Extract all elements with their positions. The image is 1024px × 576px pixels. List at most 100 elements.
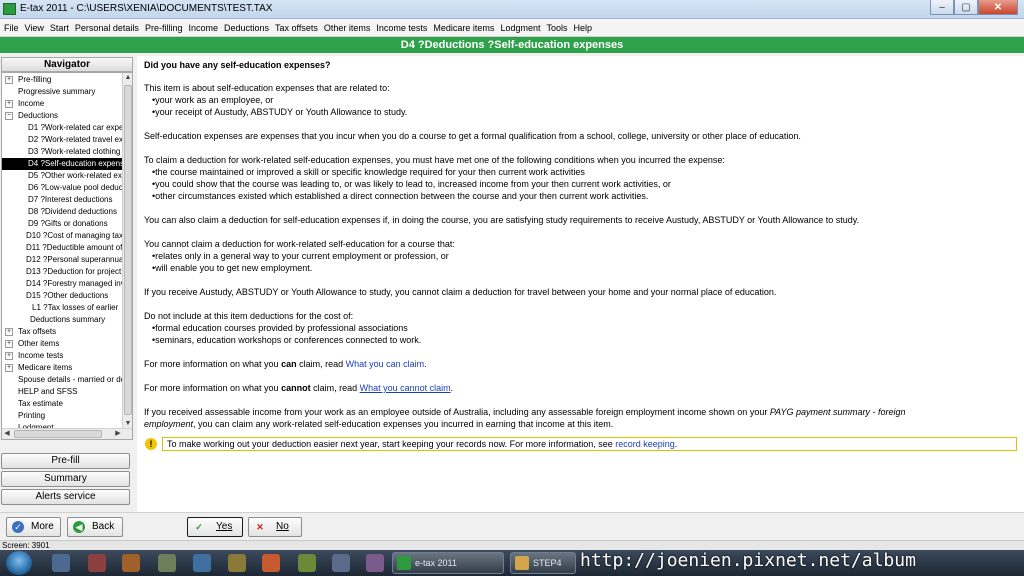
menu-income[interactable]: Income	[188, 23, 218, 33]
navigator-item[interactable]: + Medicare items	[2, 362, 123, 374]
app-icon[interactable]	[193, 554, 211, 572]
navigator-item[interactable]: + Pre-filling	[2, 74, 123, 86]
conditions-intro: To claim a deduction for work-related se…	[144, 155, 725, 165]
app-icon[interactable]	[366, 554, 384, 572]
minimize-button[interactable]: ‒	[930, 0, 954, 15]
travel-text: If you receive Austudy, ABSTUDY or Youth…	[144, 287, 777, 297]
app-icon[interactable]	[332, 554, 350, 572]
navigator-item-label: Income tests	[18, 351, 64, 360]
navigator-item[interactable]: D11 ?Deductible amount of	[2, 242, 123, 254]
menu-view[interactable]: View	[25, 23, 44, 33]
warning-icon: !	[145, 438, 157, 450]
menu-help[interactable]: Help	[573, 23, 592, 33]
scroll-up-arrow-icon[interactable]: ▲	[123, 73, 132, 83]
navigator-item[interactable]: D7 ?Interest deductions	[2, 194, 123, 206]
record-keeping-link[interactable]: record keeping	[615, 439, 675, 449]
navigator-item[interactable]: Tax estimate	[2, 398, 123, 410]
menu-lodgment[interactable]: Lodgment	[500, 23, 540, 33]
navigator-vertical-scrollbar[interactable]: ▲ ▼	[122, 73, 132, 429]
more-button[interactable]: ✓ More	[6, 517, 61, 537]
hscroll-thumb[interactable]	[14, 430, 102, 438]
navigator-item[interactable]: + Income tests	[2, 350, 123, 362]
navigator-item[interactable]: + Other items	[2, 338, 123, 350]
menu-pre-filling[interactable]: Pre-filling	[145, 23, 183, 33]
back-button[interactable]: ◀ Back	[67, 517, 123, 537]
navigator-item[interactable]: D13 ?Deduction for project pool	[2, 266, 123, 278]
navigator-item[interactable]: + Income	[2, 98, 123, 110]
taskbar-etax[interactable]: e-tax 2011	[392, 552, 504, 574]
navigator-item[interactable]: Progressive summary	[2, 86, 123, 98]
navigator-item-label: D11 ?Deductible amount of	[26, 243, 123, 252]
start-orb-icon[interactable]	[6, 551, 32, 575]
expand-icon[interactable]: +	[5, 352, 13, 360]
app-icon[interactable]	[228, 554, 246, 572]
summary-button[interactable]: Summary	[1, 471, 130, 487]
tip-text: To make working out your deduction easie…	[167, 439, 678, 449]
what-you-cannot-claim-link[interactable]: What you cannot claim	[360, 383, 451, 393]
navigator-item[interactable]: D8 ?Dividend deductions	[2, 206, 123, 218]
etax-app-icon	[3, 3, 16, 15]
menu-income-tests[interactable]: Income tests	[376, 23, 427, 33]
navigator-item[interactable]: D10 ?Cost of managing tax affairs	[2, 230, 123, 242]
app-icon[interactable]	[122, 554, 140, 572]
menu-personal-details[interactable]: Personal details	[75, 23, 139, 33]
navigator-item[interactable]: Printing	[2, 410, 123, 422]
navigator-item[interactable]: D12 ?Personal superannuation	[2, 254, 123, 266]
scroll-right-arrow-icon[interactable]: ▶	[113, 429, 123, 439]
menu-start[interactable]: Start	[50, 23, 69, 33]
expand-icon[interactable]: +	[5, 100, 13, 108]
navigator-item-label: D2 ?Work-related travel expenses	[28, 135, 123, 144]
foreign-income-line-1: If you received assessable income from y…	[144, 407, 906, 417]
window-title-bar: E-tax 2011 - C:\USERS\XENIA\DOCUMENTS\TE…	[0, 0, 1024, 19]
navigator-item[interactable]: Deductions summary	[2, 314, 123, 326]
alerts-service-button[interactable]: Alerts service	[1, 489, 130, 505]
explorer-icon[interactable]	[52, 554, 70, 572]
navigator-item[interactable]: D5 ?Other work-related expenses	[2, 170, 123, 182]
scroll-left-arrow-icon[interactable]: ◀	[2, 429, 12, 439]
expand-icon[interactable]: +	[5, 340, 13, 348]
media-icon[interactable]	[88, 554, 106, 572]
menu-medicare-items[interactable]: Medicare items	[433, 23, 494, 33]
menu-other-items[interactable]: Other items	[324, 23, 371, 33]
collapse-icon[interactable]: −	[5, 112, 13, 120]
navigator-item[interactable]: − Deductions	[2, 110, 123, 122]
menu-file[interactable]: File	[4, 23, 19, 33]
what-you-can-claim-link[interactable]: What you can claim	[346, 359, 425, 369]
navigator-item[interactable]: D3 ?Work-related clothing	[2, 146, 123, 158]
navigator-item[interactable]: D6 ?Low-value pool deduction	[2, 182, 123, 194]
navigator-item[interactable]: L1 ?Tax losses of earlier	[2, 302, 123, 314]
no-button[interactable]: ✕ No	[248, 517, 302, 537]
yes-button[interactable]: ✓ Yes	[187, 517, 243, 537]
expand-icon[interactable]: +	[5, 328, 13, 336]
navigator-item[interactable]: D9 ?Gifts or donations	[2, 218, 123, 230]
scroll-thumb[interactable]	[124, 85, 132, 415]
close-button[interactable]: ✕	[978, 0, 1018, 15]
navigator-item[interactable]: Spouse details - married or de facto	[2, 374, 123, 386]
navigator-item-label: D6 ?Low-value pool deduction	[28, 183, 123, 192]
menu-tools[interactable]: Tools	[546, 23, 567, 33]
app-icon[interactable]	[158, 554, 176, 572]
menu-tax-offsets[interactable]: Tax offsets	[275, 23, 318, 33]
navigator-item-label: D12 ?Personal superannuation	[26, 255, 123, 264]
menu-bar: File View Start Personal details Pre-fil…	[0, 19, 1024, 37]
navigator-item[interactable]: + Tax offsets	[2, 326, 123, 338]
navigator-horizontal-scrollbar[interactable]: ◀ ▶	[2, 428, 132, 439]
maximize-button[interactable]: ▢	[954, 0, 978, 15]
expand-icon[interactable]: +	[5, 76, 13, 84]
navigator-item[interactable]: D2 ?Work-related travel expenses	[2, 134, 123, 146]
taskbar-step4[interactable]: STEP4	[510, 552, 576, 574]
expand-icon[interactable]: +	[5, 364, 13, 372]
pre-fill-button[interactable]: Pre-fill	[1, 453, 130, 469]
navigator-item[interactable]: HELP and SFSS	[2, 386, 123, 398]
cannot-claim-intro: You cannot claim a deduction for work-re…	[144, 239, 455, 249]
navigator-item-label: Tax offsets	[18, 327, 57, 336]
navigator-item[interactable]: D15 ?Other deductions	[2, 290, 123, 302]
navigator-item[interactable]: D14 ?Forestry managed investment	[2, 278, 123, 290]
navigator-item[interactable]: D1 ?Work-related car expenses	[2, 122, 123, 134]
browser-icon[interactable]	[262, 554, 280, 572]
navigator-item-label: D13 ?Deduction for project pool	[26, 267, 123, 276]
navigator-item[interactable]: D4 ?Self-education expenses	[2, 158, 123, 170]
navigator-item-label: Pre-filling	[18, 75, 52, 84]
menu-deductions[interactable]: Deductions	[224, 23, 269, 33]
app-icon[interactable]	[298, 554, 316, 572]
